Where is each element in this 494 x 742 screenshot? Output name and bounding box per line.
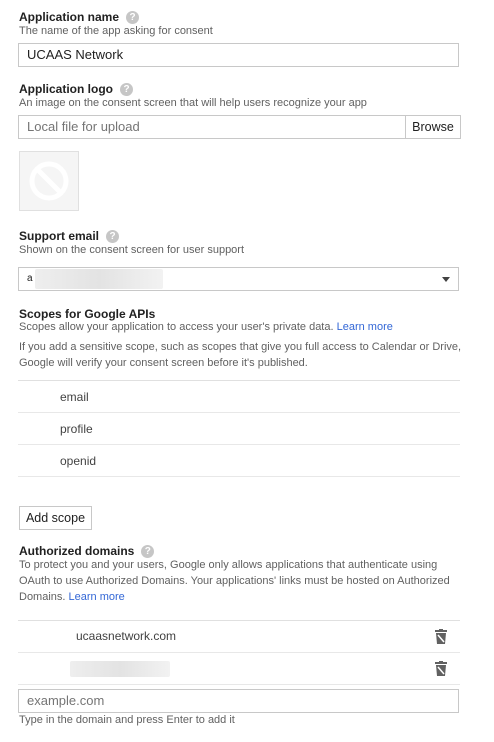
app-name-label-text: Application name <box>19 10 120 24</box>
caret-down-icon[interactable] <box>442 276 450 282</box>
question-icon[interactable]: ? <box>141 544 155 558</box>
app-name-label: Application name ? <box>19 10 140 24</box>
app-logo-label: Application logo ? <box>19 82 133 96</box>
scopes-learn-more-link[interactable]: Learn more <box>337 321 393 333</box>
domain-name: ucaasnetwork.com <box>76 629 177 643</box>
logo-preview <box>19 151 79 211</box>
scopes-description: Scopes allow your application to access … <box>19 319 393 335</box>
support-email-label-text: Support email <box>19 229 100 243</box>
domain-input-hint: Type in the domain and press Enter to ad… <box>19 714 235 726</box>
domain-input[interactable]: example.com <box>18 689 459 713</box>
support-email-select[interactable]: a <box>18 267 459 291</box>
authorized-domains-label-text: Authorized domains <box>19 544 135 558</box>
logo-file-input[interactable]: Local file for upload <box>18 115 406 139</box>
trash-icon[interactable] <box>434 629 448 644</box>
app-name-value: UCAAS Network <box>27 47 124 62</box>
redacted-email <box>34 269 163 289</box>
domain-row: ucaasnetwork.com <box>18 621 460 653</box>
question-icon[interactable]: ? <box>126 10 140 24</box>
scopes-note: If you add a sensitive scope, such as sc… <box>19 341 462 369</box>
support-email-label: Support email ? <box>19 229 120 243</box>
app-name-input[interactable]: UCAAS Network <box>18 43 459 67</box>
scope-row-email: email <box>18 381 460 413</box>
domain-input-placeholder: example.com <box>27 693 105 708</box>
question-icon[interactable]: ? <box>106 229 120 243</box>
scope-row-profile: profile <box>18 413 460 445</box>
app-logo-description: An image on the consent screen that will… <box>19 97 367 109</box>
support-email-value: a <box>27 273 33 284</box>
question-icon[interactable]: ? <box>120 82 133 96</box>
logo-file-placeholder: Local file for upload <box>27 119 140 134</box>
no-image-icon <box>29 161 69 201</box>
authorized-domains-description: To protect you and your users, Google on… <box>19 557 459 605</box>
scopes-description-text: Scopes allow your application to access … <box>19 321 334 333</box>
support-email-description: Shown on the consent screen for user sup… <box>19 244 245 256</box>
authorized-domains-label: Authorized domains ? <box>19 544 155 558</box>
redacted-domain <box>70 661 170 677</box>
domain-row <box>18 653 460 685</box>
scope-row-openid: openid <box>18 445 460 477</box>
trash-icon[interactable] <box>434 661 448 676</box>
browse-button[interactable]: Browse <box>405 115 461 139</box>
add-scope-button[interactable]: Add scope <box>19 506 92 530</box>
app-logo-label-text: Application logo <box>19 82 113 96</box>
app-name-description: The name of the app asking for consent <box>19 25 213 37</box>
authorized-domains-learn-more-link[interactable]: Learn more <box>69 591 125 603</box>
